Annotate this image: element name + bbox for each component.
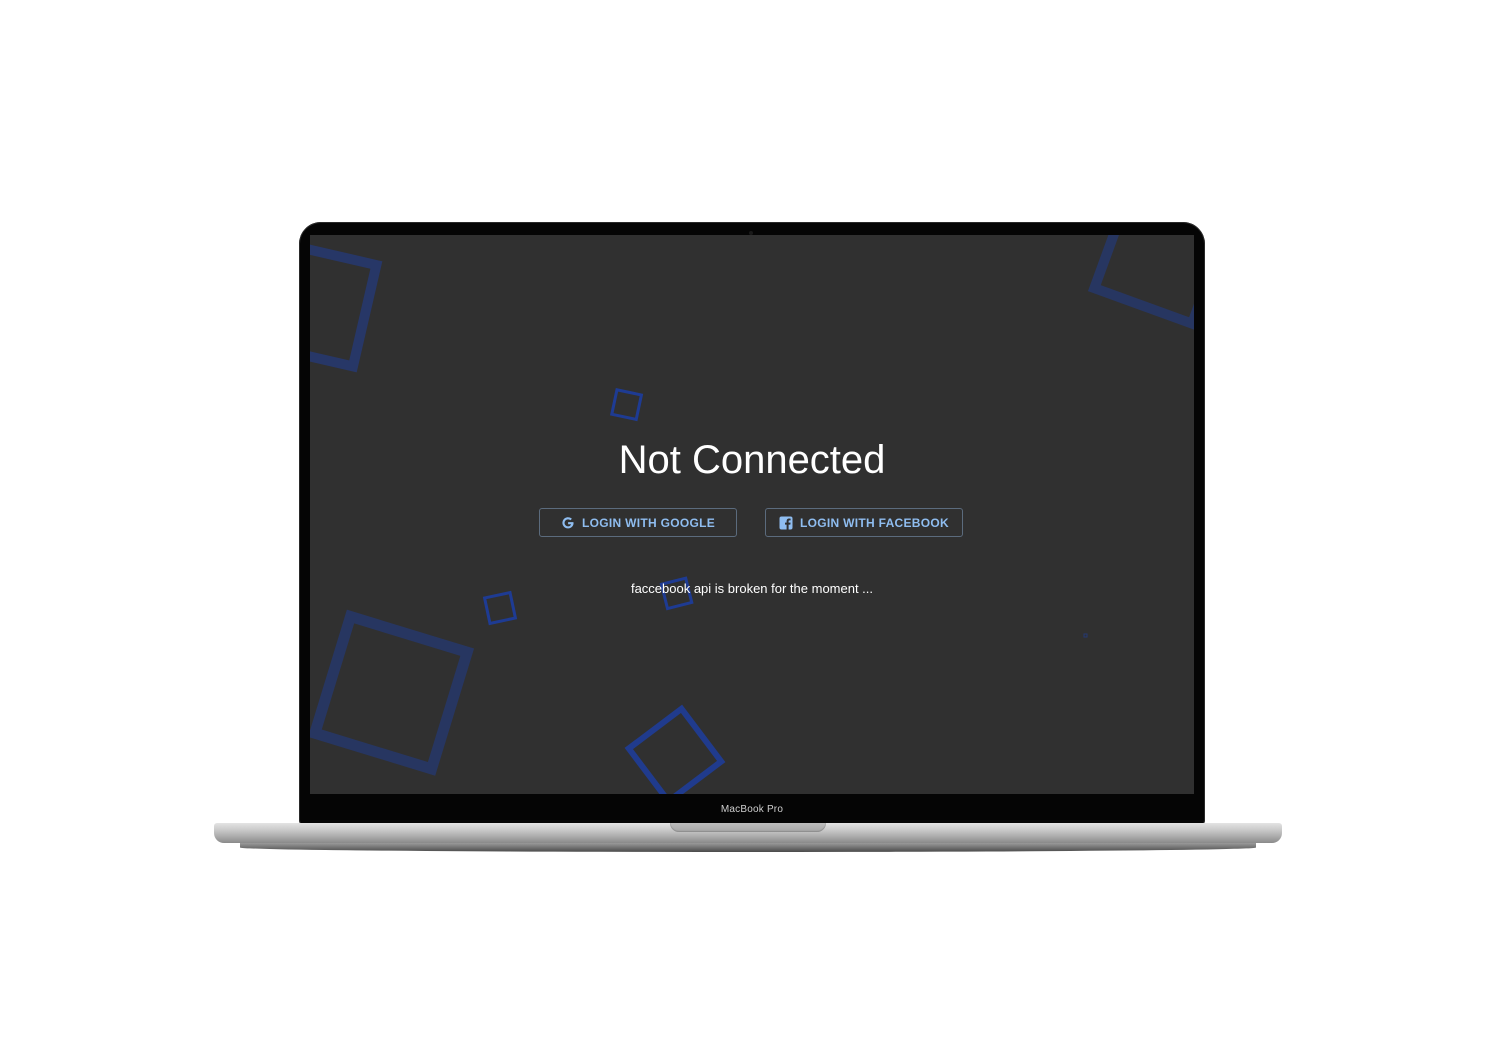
decor-square [624,704,726,794]
login-google-label: LOGIN WITH GOOGLE [581,515,716,530]
login-google-button[interactable]: LOGIN WITH GOOGLE [539,508,737,537]
app-screen: Not Connected LOGIN WITH GOOGLE LOGIN WI… [310,235,1194,794]
device-mockup: Not Connected LOGIN WITH GOOGLE LOGIN WI… [0,0,1500,1038]
status-note: faccebook api is broken for the moment .… [630,581,874,596]
decor-square [1087,235,1194,331]
page-title: Not Connected [618,438,886,482]
laptop-notch [670,823,826,832]
decor-square [310,235,383,373]
decor-square [482,590,518,626]
facebook-icon [779,516,793,530]
decor-square [1083,633,1088,638]
device-model-label: MacBook Pro [720,804,784,815]
laptop-lid: Not Connected LOGIN WITH GOOGLE LOGIN WI… [299,222,1205,826]
decorative-squares [310,235,1194,794]
decor-square [310,609,475,776]
login-facebook-label: LOGIN WITH FACEBOOK [799,515,950,530]
login-facebook-button[interactable]: LOGIN WITH FACEBOOK [765,508,963,537]
laptop-base-shadow [240,843,1256,852]
decor-square [609,388,644,422]
google-icon [561,516,575,530]
